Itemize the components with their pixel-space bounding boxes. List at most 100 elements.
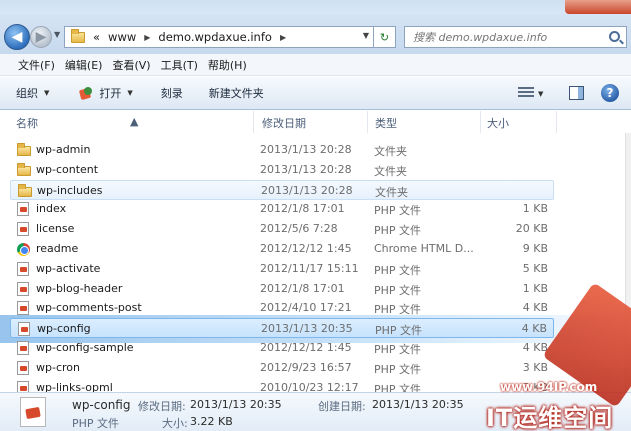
menu-view[interactable]: 查看(V) — [112, 57, 160, 73]
menu-bar: 文件(F) 编辑(E) 查看(V) 工具(T) 帮助(H) — [0, 54, 631, 76]
arrow-right-icon: ▶ — [35, 29, 47, 45]
file-row-wp-config-sample[interactable]: wp-config-sample 2012/12/12 1:45 PHP 文件 4 K… — [10, 338, 554, 358]
recent-pages-dropdown[interactable]: ▼ — [54, 30, 60, 39]
column-divider[interactable] — [367, 111, 368, 133]
file-type: PHP 文件 — [374, 303, 422, 317]
file-type: 文件夹 — [375, 185, 408, 199]
file-row-index[interactable]: index 2012/1/8 17:01 PHP 文件 1 KB — [10, 199, 554, 219]
file-name: wp-config — [37, 322, 91, 336]
file-size: 9 KB — [522, 242, 548, 255]
file-size: 4 KB — [521, 322, 547, 336]
file-date: 2012/11/17 15:11 — [260, 261, 359, 275]
refresh-icon: ↻ — [379, 30, 390, 44]
file-name: wp-admin — [36, 143, 91, 156]
file-row-readme[interactable]: readme 2012/12/12 1:45 Chrome HTML D... 9 K… — [10, 239, 554, 259]
php-file-icon — [17, 202, 29, 217]
open-with-icon — [79, 86, 93, 100]
php-file-icon — [20, 397, 46, 427]
file-date: 2012/12/12 1:45 — [260, 242, 352, 255]
column-name[interactable]: 名称 — [16, 115, 38, 131]
search-input[interactable] — [413, 30, 608, 44]
details-created-label: 创建日期: — [318, 400, 366, 413]
file-row-wp-admin[interactable]: wp-admin 2013/1/13 20:28 文件夹 — [10, 140, 554, 160]
php-file-icon — [17, 360, 29, 375]
folder-icon — [17, 162, 31, 176]
menu-edit[interactable]: 编辑(E) — [65, 57, 113, 73]
watermark-logo: IT运维空间 — [486, 404, 614, 431]
burn-button[interactable]: 刻录 — [161, 85, 183, 101]
file-name: readme — [36, 242, 79, 255]
file-type: PHP 文件 — [374, 204, 422, 218]
file-date: 2012/1/8 17:01 — [260, 281, 345, 295]
file-size: 4 KB — [522, 301, 548, 315]
dropdown-icon: ▼ — [44, 89, 50, 97]
file-row-wp-activate[interactable]: wp-activate 2012/11/17 15:11 PHP 文件 5 KB — [10, 259, 554, 279]
chevron-right-icon[interactable]: ▶ — [144, 33, 150, 42]
breadcrumb-www[interactable]: www — [108, 30, 136, 44]
file-date: 2013/1/13 20:28 — [260, 162, 352, 176]
view-options-icon[interactable] — [518, 87, 534, 100]
file-type: PHP 文件 — [374, 343, 422, 356]
file-row-wp-blog-header[interactable]: wp-blog-header 2012/1/8 17:01 PHP 文件 1 KB — [10, 279, 554, 299]
help-icon[interactable]: ? — [601, 84, 619, 102]
watermark-url: www.94IP.com — [500, 380, 598, 394]
address-dropdown-icon[interactable]: ▼ — [363, 31, 369, 40]
details-created-value: 2013/1/13 20:35 — [372, 398, 464, 411]
php-file-icon — [17, 281, 29, 296]
menu-help[interactable]: 帮助(H) — [208, 57, 257, 73]
column-size[interactable]: 大小 — [487, 115, 509, 131]
file-row-wp-cron[interactable]: wp-cron 2012/9/23 16:57 PHP 文件 3 KB — [10, 358, 554, 378]
folder-icon — [17, 143, 31, 156]
details-type: PHP 文件 — [72, 417, 120, 430]
file-row-wp-includes[interactable]: wp-includes 2013/1/13 20:28 文件夹 — [10, 179, 554, 200]
file-size: 5 KB — [522, 261, 548, 275]
details-modified-value: 2013/1/13 20:35 — [190, 398, 282, 411]
details-size-value: 3.22 KB — [190, 415, 233, 428]
file-row-wp-content[interactable]: wp-content 2013/1/13 20:28 文件夹 — [10, 160, 554, 180]
file-type: PHP 文件 — [375, 324, 423, 338]
chevron-right-icon[interactable]: ▶ — [280, 33, 286, 42]
breadcrumb-overflow[interactable]: « — [93, 30, 100, 44]
refresh-button[interactable]: ↻ — [374, 26, 396, 48]
forward-button[interactable]: ▶ — [30, 26, 52, 48]
menu-tools[interactable]: 工具(T) — [161, 57, 208, 73]
organize-label: 组织 — [16, 87, 38, 100]
file-name: license — [36, 222, 75, 236]
file-name: wp-cron — [36, 360, 80, 374]
preview-pane-icon[interactable] — [569, 86, 584, 100]
file-size: 20 KB — [515, 222, 548, 236]
column-divider[interactable] — [253, 111, 254, 133]
file-row-wp-config[interactable]: wp-config 2013/1/13 20:35 PHP 文件 4 KB — [10, 318, 554, 339]
organize-button[interactable]: 组织 ▼ — [16, 85, 49, 101]
file-date: 2013/1/13 20:28 — [261, 183, 353, 197]
sort-ascending-icon: ▲ — [130, 115, 139, 128]
file-row-wp-comments-post[interactable]: wp-comments-post 2012/4/10 17:21 PHP 文件 4 K… — [10, 298, 554, 318]
file-date: 2013/1/13 20:35 — [261, 322, 353, 336]
column-date[interactable]: 修改日期 — [262, 115, 306, 131]
file-name: wp-config-sample — [36, 341, 134, 354]
search-icon[interactable] — [609, 31, 620, 42]
details-size-label: 大小: — [162, 417, 188, 430]
address-input[interactable]: « www ▶ demo.wpdaxue.info ▶ ▼ — [64, 26, 374, 48]
search-field[interactable] — [404, 26, 627, 48]
file-row-license[interactable]: license 2012/5/6 7:28 PHP 文件 20 KB — [10, 219, 554, 239]
back-button[interactable]: ◀ — [4, 24, 30, 50]
column-divider[interactable] — [480, 111, 481, 133]
file-type: 文件夹 — [374, 145, 407, 158]
file-size: 1 KB — [522, 202, 548, 216]
column-divider[interactable] — [556, 111, 557, 133]
file-type: PHP 文件 — [374, 224, 422, 238]
details-modified-label: 修改日期: — [138, 400, 186, 413]
command-bar: 组织 ▼ 打开 ▼ 刻录 新建文件夹 — [0, 77, 631, 110]
view-dropdown-icon[interactable]: ▼ — [538, 90, 543, 98]
new-folder-button[interactable]: 新建文件夹 — [209, 85, 264, 101]
title-strip — [0, 0, 631, 14]
column-type[interactable]: 类型 — [375, 115, 397, 131]
dropdown-icon: ▼ — [127, 89, 133, 97]
open-button[interactable]: 打开 ▼ — [79, 85, 133, 101]
menu-file[interactable]: 文件(F) — [18, 57, 65, 73]
breadcrumb-demo[interactable]: demo.wpdaxue.info — [158, 30, 272, 44]
file-type: 文件夹 — [374, 164, 407, 178]
window-close-button[interactable] — [565, 0, 631, 14]
file-name: wp-blog-header — [36, 281, 123, 295]
